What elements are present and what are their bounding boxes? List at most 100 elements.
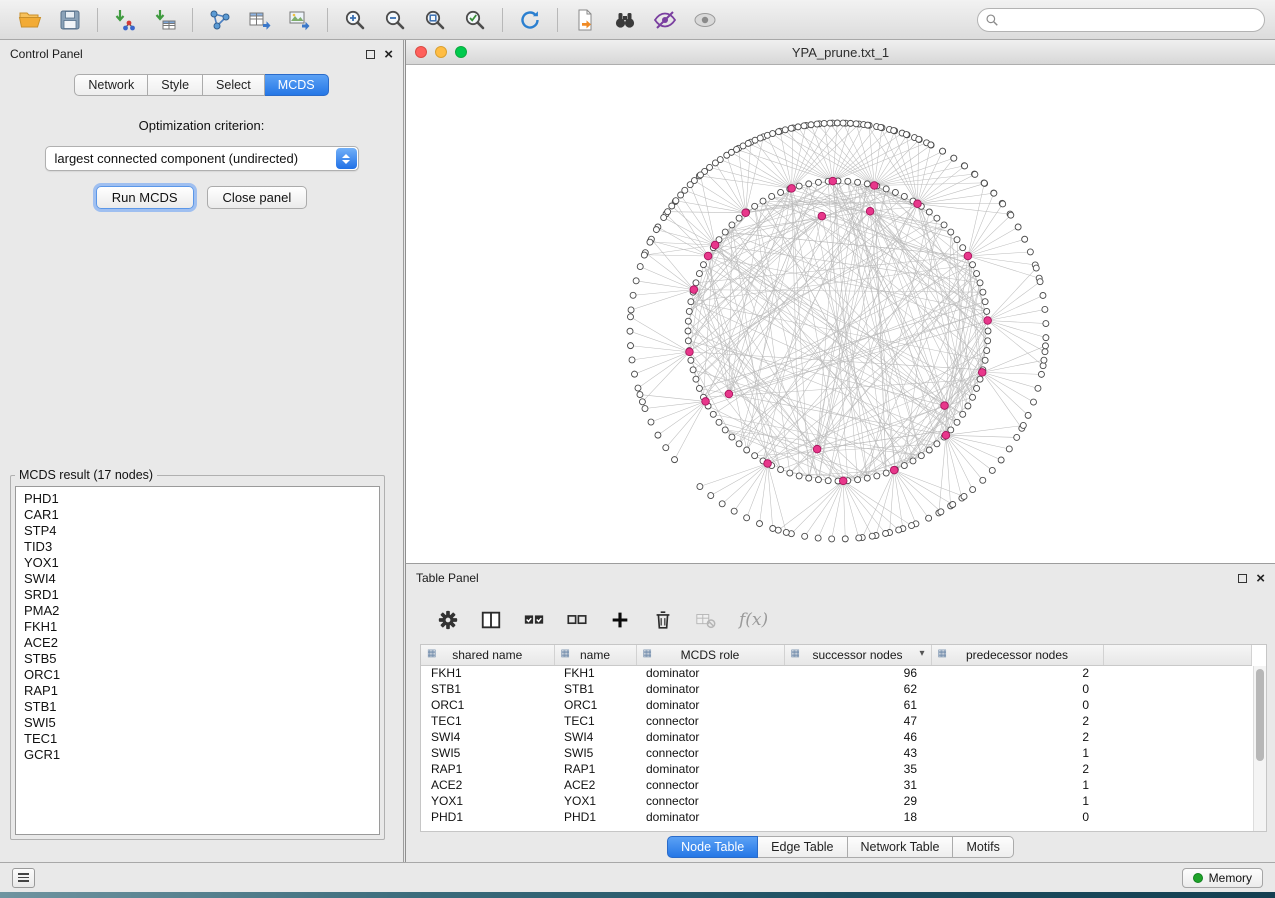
control-panel-header: Control Panel × [0, 40, 403, 68]
zoom-fit-button[interactable] [415, 4, 455, 36]
mcds-result-item[interactable]: ORC1 [24, 667, 371, 683]
mcds-result-item[interactable]: FKH1 [24, 619, 371, 635]
mcds-result-item[interactable]: GCR1 [24, 747, 371, 763]
table-scrollbar-thumb[interactable] [1256, 669, 1264, 761]
deselect-all-button[interactable] [563, 607, 591, 633]
network-view-window: YPA_prune.txt_1 [405, 40, 1275, 563]
function-builder-button[interactable]: f(x) [739, 610, 768, 630]
import-table-button[interactable] [145, 4, 185, 36]
list-icon [18, 873, 29, 882]
tab-node-table[interactable]: Node Table [667, 836, 758, 858]
tab-select[interactable]: Select [203, 74, 265, 96]
table-row[interactable]: YOX1YOX1connector291 [421, 793, 1252, 809]
table-row[interactable]: SWI4SWI4dominator462 [421, 729, 1252, 745]
new-network-button[interactable] [200, 4, 240, 36]
refresh-button[interactable] [510, 4, 550, 36]
toolbar-separator [327, 8, 328, 32]
mcds-result-item[interactable]: ACE2 [24, 635, 371, 651]
table-panel-title: Table Panel [416, 571, 479, 585]
hide-selected-button[interactable] [645, 4, 685, 36]
mcds-result-item[interactable]: TEC1 [24, 731, 371, 747]
criterion-dropdown[interactable]: largest connected component (undirected) [45, 146, 359, 171]
save-session-button[interactable] [50, 4, 90, 36]
minimize-window-icon[interactable] [435, 46, 447, 58]
mcds-result-item[interactable]: SWI4 [24, 571, 371, 587]
memory-status-icon [1193, 873, 1203, 883]
column-header-name[interactable]: ▦name [554, 645, 636, 665]
column-header-predecessor-nodes[interactable]: ▦predecessor nodes [931, 645, 1103, 665]
close-panel-icon[interactable]: × [1256, 574, 1265, 583]
toolbar-separator [502, 8, 503, 32]
mcds-result-item[interactable]: RAP1 [24, 683, 371, 699]
deselect-all-icon [566, 609, 588, 631]
export-document-button[interactable] [565, 4, 605, 36]
tab-edge-table[interactable]: Edge Table [758, 836, 847, 858]
table-row[interactable]: ACE2ACE2connector311 [421, 777, 1252, 793]
mcds-result-item[interactable]: STB5 [24, 651, 371, 667]
mcds-result-item[interactable]: CAR1 [24, 507, 371, 523]
node-table-header-row: ▦shared name▦name▦MCDS role▦successor no… [421, 645, 1252, 665]
delete-column-button[interactable] [649, 607, 677, 633]
import-network-button[interactable] [105, 4, 145, 36]
zoom-out-button[interactable] [375, 4, 415, 36]
network-canvas[interactable] [406, 65, 1275, 562]
column-header-shared-name[interactable]: ▦shared name [421, 645, 554, 665]
clear-table-button[interactable] [692, 607, 720, 633]
mcds-result-item[interactable]: YOX1 [24, 555, 371, 571]
mcds-result-item[interactable]: SRD1 [24, 587, 371, 603]
table-row[interactable]: TEC1TEC1connector472 [421, 713, 1252, 729]
network-window-titlebar[interactable]: YPA_prune.txt_1 [406, 40, 1275, 65]
table-toolbar: f(x) [406, 592, 1275, 636]
search-input[interactable] [977, 8, 1265, 32]
zoom-selected-icon [463, 8, 487, 32]
column-header-successor-nodes[interactable]: ▦successor nodes▾ [784, 645, 931, 665]
mcds-result-list[interactable]: PHD1CAR1STP4TID3YOX1SWI4SRD1PMA2FKH1ACE2… [15, 486, 380, 835]
zoom-selected-button[interactable] [455, 4, 495, 36]
tab-network-table[interactable]: Network Table [848, 836, 954, 858]
close-panel-button[interactable]: Close panel [207, 186, 308, 209]
run-mcds-button[interactable]: Run MCDS [96, 186, 194, 209]
export-image-button[interactable] [280, 4, 320, 36]
table-grid-icon: ▦ [427, 648, 436, 659]
zoom-in-icon [343, 8, 367, 32]
mcds-result-item[interactable]: STP4 [24, 523, 371, 539]
float-panel-icon[interactable] [1238, 574, 1247, 583]
mcds-result-item[interactable]: PMA2 [24, 603, 371, 619]
tab-mcds[interactable]: MCDS [265, 74, 329, 96]
network-window-title: YPA_prune.txt_1 [406, 45, 1275, 60]
table-row[interactable]: ORC1ORC1dominator610 [421, 697, 1252, 713]
search-network-button[interactable] [605, 4, 645, 36]
table-row[interactable]: SWI5SWI5connector431 [421, 745, 1252, 761]
memory-button[interactable]: Memory [1182, 868, 1263, 888]
table-row[interactable]: PHD1PHD1dominator180 [421, 809, 1252, 825]
maximize-window-icon[interactable] [455, 46, 467, 58]
node-table-body: FKH1FKH1dominator962STB1STB1dominator620… [421, 665, 1252, 825]
tab-style[interactable]: Style [148, 74, 203, 96]
zoom-in-button[interactable] [335, 4, 375, 36]
mcds-result-item[interactable]: PHD1 [24, 491, 371, 507]
export-table-button[interactable] [240, 4, 280, 36]
add-column-button[interactable] [606, 607, 634, 633]
close-panel-icon[interactable]: × [384, 50, 393, 59]
float-panel-icon[interactable] [366, 50, 375, 59]
table-row[interactable]: FKH1FKH1dominator962 [421, 665, 1252, 681]
show-columns-button[interactable] [477, 607, 505, 633]
trash-icon [652, 609, 674, 631]
show-all-button[interactable] [685, 4, 725, 36]
select-all-button[interactable] [520, 607, 548, 633]
criterion-dropdown-value: largest connected component (undirected) [55, 151, 299, 166]
open-session-button[interactable] [10, 4, 50, 36]
close-window-icon[interactable] [415, 46, 427, 58]
mcds-result-item[interactable]: STB1 [24, 699, 371, 715]
mcds-result-item[interactable]: TID3 [24, 539, 371, 555]
table-options-button[interactable] [434, 607, 462, 633]
show-panels-button[interactable] [12, 868, 35, 888]
control-panel: Control Panel × NetworkStyleSelectMCDS O… [0, 40, 404, 862]
column-header-MCDS-role[interactable]: ▦MCDS role [636, 645, 784, 665]
table-row[interactable]: STB1STB1dominator620 [421, 681, 1252, 697]
table-scrollbar[interactable] [1253, 666, 1266, 831]
tab-motifs[interactable]: Motifs [953, 836, 1013, 858]
tab-network[interactable]: Network [74, 74, 148, 96]
mcds-result-item[interactable]: SWI5 [24, 715, 371, 731]
table-row[interactable]: RAP1RAP1dominator352 [421, 761, 1252, 777]
